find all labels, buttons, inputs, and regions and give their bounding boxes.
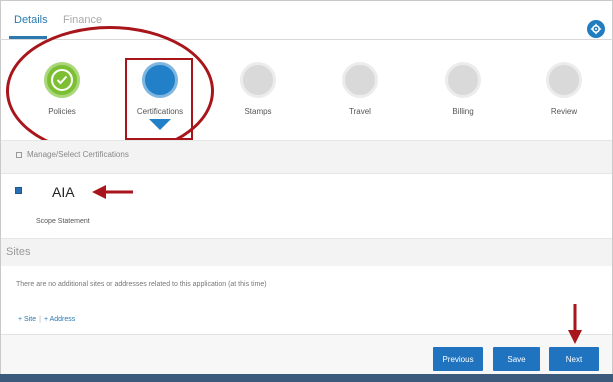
- certification-checkbox[interactable]: [15, 187, 22, 194]
- annotation-arrow-down-icon: [568, 304, 582, 344]
- active-tab-indicator: [9, 36, 47, 39]
- step-billing[interactable]: Billing: [423, 62, 503, 116]
- step-label: Review: [550, 107, 578, 116]
- annotation-rectangle: [125, 58, 193, 140]
- step-label: Stamps: [244, 107, 272, 116]
- manage-certifications-label: Manage/Select Certifications: [27, 150, 129, 159]
- step-pending-indicator: [240, 62, 276, 98]
- bottom-edge-strip: [0, 374, 613, 382]
- sites-empty-message: There are no additional sites or address…: [16, 281, 267, 288]
- grid-icon: [16, 151, 22, 158]
- certification-title: AIA: [52, 184, 75, 200]
- sites-heading: Sites: [6, 246, 31, 258]
- step-pending-indicator: [445, 62, 481, 98]
- next-button[interactable]: Next: [549, 347, 599, 371]
- tab-finance[interactable]: Finance: [63, 14, 102, 26]
- add-site-link[interactable]: + Site: [18, 316, 36, 323]
- step-label: Billing: [452, 107, 474, 116]
- gear-icon: [590, 23, 602, 35]
- previous-button[interactable]: Previous: [433, 347, 483, 371]
- sites-header-band: [1, 238, 612, 266]
- step-review[interactable]: Review: [524, 62, 604, 116]
- sites-actions: + Site | + Address: [18, 316, 75, 323]
- tab-details[interactable]: Details: [14, 14, 48, 26]
- annotation-arrow-left-icon: [92, 185, 133, 199]
- add-address-link[interactable]: + Address: [44, 316, 75, 323]
- step-pending-indicator: [546, 62, 582, 98]
- step-travel[interactable]: Travel: [320, 62, 400, 116]
- save-button[interactable]: Save: [493, 347, 540, 371]
- link-separator: |: [39, 316, 41, 323]
- manage-certifications-link[interactable]: Manage/Select Certifications: [16, 150, 129, 159]
- settings-button[interactable]: [587, 20, 605, 38]
- step-label: Travel: [349, 107, 371, 116]
- step-stamps[interactable]: Stamps: [218, 62, 298, 116]
- scope-statement-label: Scope Statement: [36, 218, 90, 225]
- step-pending-indicator: [342, 62, 378, 98]
